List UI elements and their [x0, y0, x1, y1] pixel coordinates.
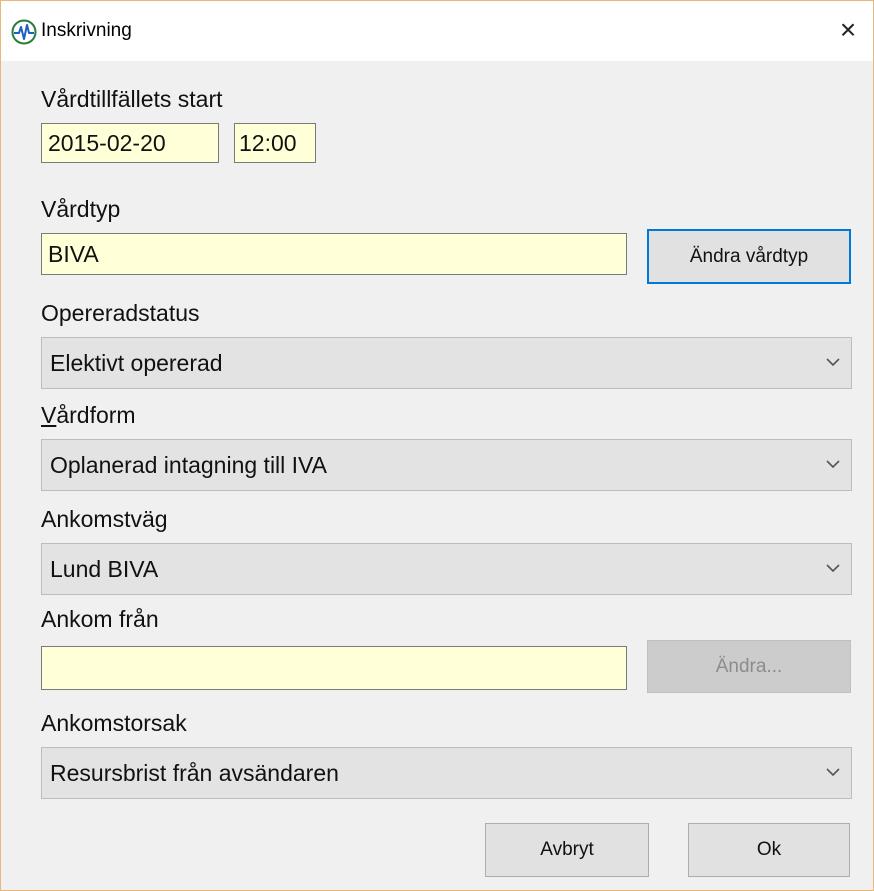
vardform-value: Oplanerad intagning till IVA: [50, 452, 328, 478]
vardform-mnemonic: V: [41, 402, 57, 428]
ankomstorsak-label: Ankomstorsak: [41, 710, 187, 736]
title-bar: Inskrivning ×: [1, 1, 873, 61]
ankomstvag-dropdown[interactable]: Lund BIVA: [41, 543, 852, 595]
ankomstorsak-dropdown[interactable]: Resursbrist från avsändaren: [41, 747, 852, 799]
cancel-button[interactable]: Avbryt: [485, 823, 649, 877]
opereradstatus-dropdown[interactable]: Elektivt opererad: [41, 337, 852, 389]
start-time-field[interactable]: 12:00: [234, 123, 316, 163]
vardtyp-label: Vårdtyp: [41, 196, 121, 222]
ankomstvag-label: Ankomstväg: [41, 506, 168, 532]
vardform-dropdown[interactable]: Oplanerad intagning till IVA: [41, 439, 852, 491]
ankomstorsak-value: Resursbrist från avsändaren: [50, 760, 339, 786]
vardtyp-field[interactable]: BIVA: [41, 233, 627, 275]
chevron-down-icon: [826, 460, 840, 469]
opereradstatus-value: Elektivt opererad: [50, 350, 223, 376]
chevron-down-icon: [826, 768, 840, 777]
chevron-down-icon: [826, 358, 840, 367]
ok-button[interactable]: Ok: [688, 823, 850, 877]
vardform-label-rest: årdform: [56, 402, 136, 428]
inskrivning-dialog: Inskrivning × Vårdtillfällets start 2015…: [0, 0, 874, 891]
ankom-fran-label: Ankom från: [41, 606, 159, 632]
ankom-fran-field[interactable]: [41, 646, 627, 690]
window-title: Inskrivning: [41, 20, 132, 41]
change-ankom-fran-button[interactable]: Ändra...: [647, 640, 851, 693]
vardform-label: Vårdform: [41, 401, 136, 429]
chevron-down-icon: [826, 564, 840, 573]
heartbeat-icon: [11, 19, 37, 45]
opereradstatus-label: Opereradstatus: [41, 300, 200, 326]
start-date-field[interactable]: 2015-02-20: [41, 123, 219, 163]
ankomstvag-value: Lund BIVA: [50, 556, 159, 582]
start-label: Vårdtillfällets start: [41, 86, 223, 112]
close-button[interactable]: ×: [831, 15, 865, 47]
change-vardtyp-button[interactable]: Ändra vårdtyp: [647, 229, 851, 284]
